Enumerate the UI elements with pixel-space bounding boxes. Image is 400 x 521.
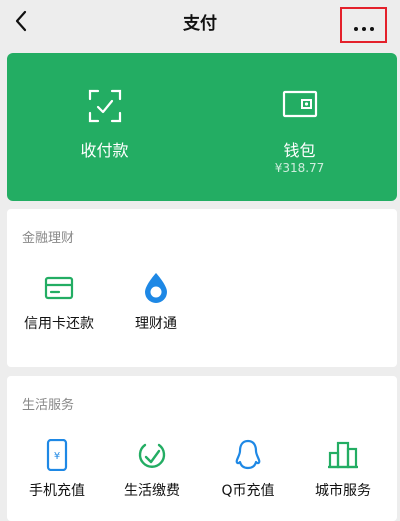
wallet-balance: ¥318.77 [274,161,325,175]
licaitong-button[interactable]: 理财通 [111,271,201,351]
credit-card-repay-label: 信用卡还款 [24,316,94,332]
city-services-label: 城市服务 [315,483,371,499]
licaitong-label: 理财通 [135,316,177,332]
collect-pay-button[interactable]: 收付款 [7,53,202,201]
phone-icon: ¥ [46,439,68,471]
mobile-topup-button[interactable]: ¥ 手机充值 [12,438,102,518]
utility-bills-label: 生活缴费 [124,483,180,499]
life-services-section: 生活服务 ¥ 手机充值 生活缴费 Q币充值 城市服务 [7,376,397,521]
collect-pay-label: 收付款 [80,141,129,160]
utility-bills-button[interactable]: 生活缴费 [107,438,197,518]
wallet-card: 收付款 钱包 ¥318.77 [7,53,397,201]
more-icon [352,16,376,35]
q-coin-topup-label: Q币充值 [221,483,275,499]
scan-check-icon [88,89,121,123]
city-services-button[interactable]: 城市服务 [298,438,388,518]
wallet-button[interactable]: 钱包 ¥318.77 [202,53,397,201]
finance-section: 金融理财 信用卡还款 理财通 [7,209,397,367]
svg-text:¥: ¥ [54,451,60,462]
drop-icon [145,273,167,303]
credit-card-icon [44,276,74,300]
wallet-icon [282,90,317,118]
mobile-topup-label: 手机充值 [29,483,85,499]
q-coin-topup-button[interactable]: Q币充值 [203,438,293,518]
city-buildings-icon [328,441,358,469]
more-button[interactable] [340,7,387,43]
qq-penguin-icon [235,439,261,470]
nav-bar: 支付 [0,0,400,44]
wallet-label: 钱包 [283,141,316,160]
section-title: 金融理财 [22,231,75,246]
section-title: 生活服务 [22,398,75,413]
credit-card-repay-button[interactable]: 信用卡还款 [14,271,104,351]
leaf-check-icon [138,443,166,468]
